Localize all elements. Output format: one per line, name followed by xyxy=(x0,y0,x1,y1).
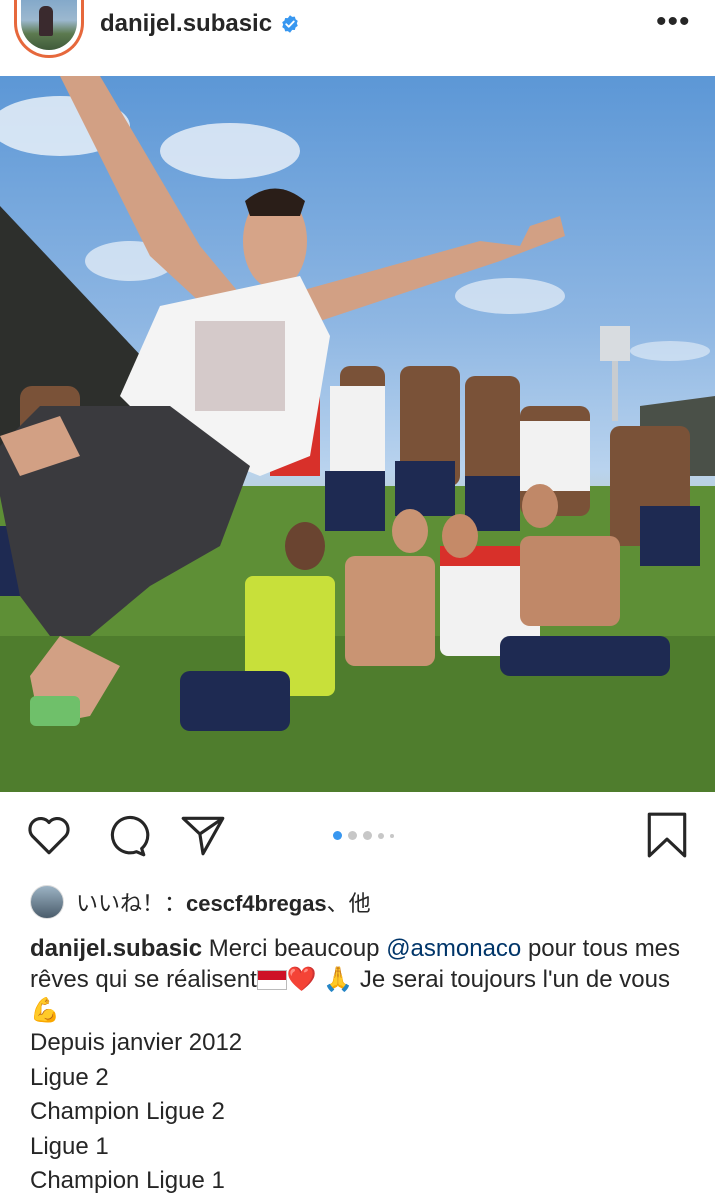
caption-line: Ligue 2 xyxy=(30,1063,109,1091)
post-caption: danijel.subasic Merci beaucoup @asmonaco… xyxy=(30,933,690,1199)
comment-icon[interactable] xyxy=(100,810,150,860)
muscle-emoji: 💪 xyxy=(30,997,60,1024)
verified-badge-icon xyxy=(282,15,298,33)
carousel-dot xyxy=(348,831,357,840)
caption-username[interactable]: danijel.subasic xyxy=(30,935,202,962)
post-username[interactable]: danijel.subasic xyxy=(100,10,300,38)
post-photo[interactable] xyxy=(0,76,715,792)
likes-suffix[interactable]: 、他 xyxy=(327,891,371,916)
share-icon[interactable] xyxy=(178,810,228,860)
caption-line: Ligue 1 xyxy=(30,1132,109,1160)
likes-text[interactable]: いいね！：cescf4bregas、他 xyxy=(76,886,371,918)
caption-text: Merci beaucoup xyxy=(208,935,380,962)
likes-prefix: いいね！： xyxy=(76,891,187,916)
caption-mention[interactable]: @asmonaco xyxy=(386,935,521,962)
liker-avatar xyxy=(30,885,64,919)
post-header: danijel.subasic ••• xyxy=(0,0,715,76)
carousel-indicator xyxy=(333,831,394,840)
carousel-dot xyxy=(378,832,384,839)
monaco-flag-icon xyxy=(256,970,287,990)
celebration-photo-illustration xyxy=(0,76,715,792)
liker-username[interactable]: cescf4bregas xyxy=(186,891,327,916)
more-options-icon[interactable]: ••• xyxy=(656,7,691,37)
avatar-person-figure xyxy=(39,6,53,36)
heart-icon[interactable] xyxy=(24,810,74,860)
username-text[interactable]: danijel.subasic xyxy=(100,10,272,38)
carousel-dot-active xyxy=(333,831,342,840)
caption-text: Je serai toujours l'un de vous xyxy=(359,966,670,993)
profile-avatar[interactable] xyxy=(14,0,84,58)
carousel-dot xyxy=(390,833,394,838)
caption-emojis: ❤️ 🙏 xyxy=(286,966,354,993)
carousel-dot xyxy=(363,831,372,840)
caption-line: Champion Ligue 1 xyxy=(30,1167,225,1194)
bookmark-icon[interactable] xyxy=(642,810,692,860)
likes-row[interactable]: いいね！：cescf4bregas、他 xyxy=(30,884,371,920)
caption-line: Champion Ligue 2 xyxy=(30,1098,225,1125)
caption-line: Depuis janvier 2012 xyxy=(30,1029,243,1056)
